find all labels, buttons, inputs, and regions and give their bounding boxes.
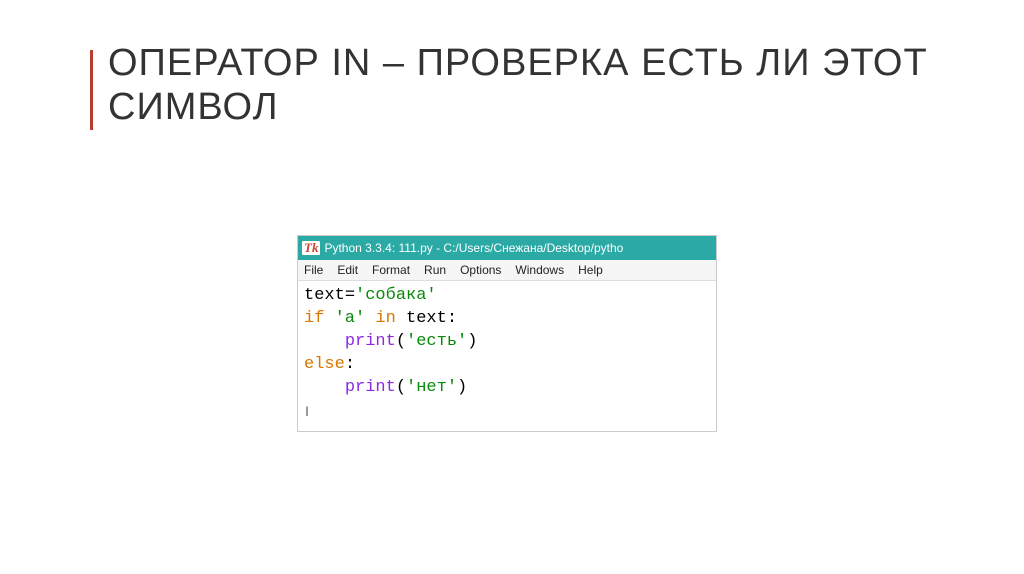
editor-window: Tk Python 3.3.4: 111.py - C:/Users/Снежа… [297,235,717,432]
code-paren: ( [396,378,406,397]
code-indent [304,378,345,397]
menu-file[interactable]: File [304,263,323,277]
window-title-text: Python 3.3.4: 111.py - C:/Users/Снежана/… [324,241,623,255]
code-var: text [396,309,447,328]
code-colon: : [447,309,457,328]
code-paren: ) [467,332,477,351]
cursor-icon: | [304,407,310,418]
slide-container: ОПЕРАТОР IN – ПРОВЕРКА ЕСТЬ ЛИ ЭТОТ СИМВ… [0,0,1024,574]
menu-edit[interactable]: Edit [337,263,358,277]
code-keyword: if [304,309,324,328]
code-keyword: in [375,309,395,328]
page-title: ОПЕРАТОР IN – ПРОВЕРКА ЕСТЬ ЛИ ЭТОТ СИМВ… [108,42,934,129]
code-builtin: print [345,332,396,351]
code-string: 'нет' [406,378,457,397]
title-bar: Tk Python 3.3.4: 111.py - C:/Users/Снежа… [298,236,716,260]
code-var: text [304,286,345,305]
title-accent-bar [90,50,93,130]
code-builtin: print [345,378,396,397]
code-string: 'а' [324,309,375,328]
tk-logo-icon: Tk [302,241,320,255]
code-keyword: else [304,355,345,374]
code-colon: : [345,355,355,374]
menu-bar: File Edit Format Run Options Windows Hel… [298,260,716,281]
code-paren: ) [457,378,467,397]
code-op: = [345,286,355,305]
code-string: 'есть' [406,332,467,351]
code-string: 'собака' [355,286,437,305]
menu-format[interactable]: Format [372,263,410,277]
code-area[interactable]: text='собака' if 'а' in text: print('ест… [298,281,716,431]
menu-run[interactable]: Run [424,263,446,277]
code-paren: ( [396,332,406,351]
menu-options[interactable]: Options [460,263,501,277]
code-indent [304,332,345,351]
menu-help[interactable]: Help [578,263,603,277]
menu-windows[interactable]: Windows [515,263,564,277]
